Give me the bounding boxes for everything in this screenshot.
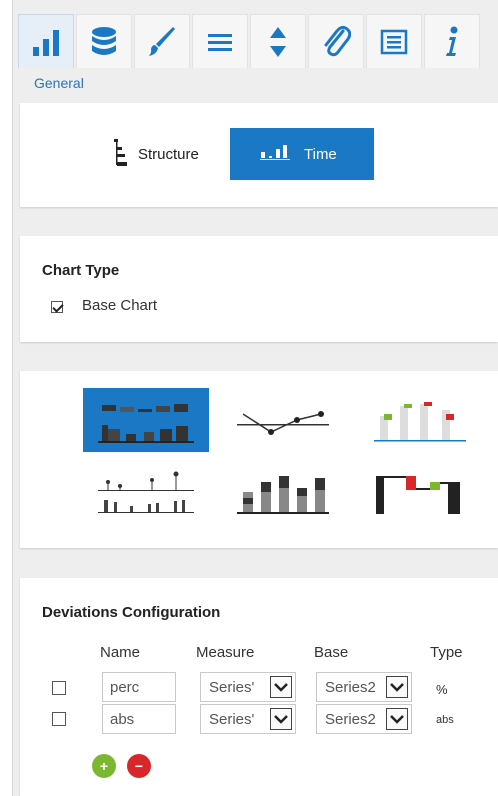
variant-5-icon xyxy=(237,476,329,514)
row-1-measure-value: Series' xyxy=(209,679,255,696)
col-header-base: Base xyxy=(314,644,349,661)
paperclip-icon xyxy=(324,25,351,56)
property-toolbar xyxy=(18,14,498,68)
chevron-down-icon[interactable] xyxy=(270,708,292,730)
chart-variant-4[interactable] xyxy=(83,460,209,524)
brush-icon xyxy=(149,26,175,56)
info-icon xyxy=(446,26,458,56)
database-icon xyxy=(92,26,116,55)
time-label: Time xyxy=(304,145,337,163)
menu-icon xyxy=(208,33,232,51)
tab-sort[interactable] xyxy=(250,14,306,68)
base-chart-checkbox[interactable] xyxy=(51,301,63,313)
tab-layout[interactable] xyxy=(192,14,248,68)
row-1-base-select[interactable]: Series2 xyxy=(316,672,412,702)
row-2-base-value: Series2 xyxy=(325,711,376,728)
row-2-checkbox[interactable] xyxy=(52,712,66,726)
row-1-checkbox[interactable] xyxy=(52,681,66,695)
row-1-name-input[interactable]: perc xyxy=(102,672,176,702)
structure-label: Structure xyxy=(138,145,199,163)
base-chart-label: Base Chart xyxy=(82,297,158,314)
sort-icon xyxy=(270,26,286,57)
chart-variant-3[interactable] xyxy=(357,388,483,452)
minus-icon: − xyxy=(134,758,144,774)
chart-type-panel: Chart Type Base Chart xyxy=(20,236,498,342)
tab-list[interactable] xyxy=(366,14,422,68)
row-1-base-value: Series2 xyxy=(325,679,376,696)
variant-3-icon xyxy=(374,402,466,442)
add-row-button[interactable]: + xyxy=(92,754,116,778)
row-1-type: % xyxy=(436,682,448,697)
chevron-down-icon[interactable] xyxy=(386,676,408,698)
variant-1-icon xyxy=(98,404,194,443)
structure-button[interactable]: Structure xyxy=(84,128,230,180)
mode-switch: Structure Time xyxy=(84,128,374,180)
tab-style[interactable] xyxy=(134,14,190,68)
chart-variant-6[interactable] xyxy=(357,460,483,524)
row-2-measure-value: Series' xyxy=(209,711,255,728)
col-header-name: Name xyxy=(100,644,141,661)
col-header-type: Type xyxy=(430,644,463,661)
variant-4-icon xyxy=(98,471,194,513)
chart-variant-1[interactable] xyxy=(83,388,209,452)
structure-icon xyxy=(114,139,127,166)
mode-panel: Structure Time xyxy=(20,103,498,207)
row-2-base-select[interactable]: Series2 xyxy=(316,704,412,734)
row-2-name-input[interactable]: abs xyxy=(102,704,176,734)
deviations-title: Deviations Configuration xyxy=(42,604,221,621)
row-2-type: abs xyxy=(436,714,454,726)
remove-row-button[interactable]: − xyxy=(127,754,151,778)
chevron-down-icon[interactable] xyxy=(386,708,408,730)
tab-chart[interactable] xyxy=(18,14,74,68)
variant-6-icon xyxy=(376,476,460,514)
time-button[interactable]: Time xyxy=(230,128,374,180)
col-header-measure: Measure xyxy=(196,644,255,661)
variant-2-icon xyxy=(237,411,329,435)
row-1-measure-select[interactable]: Series' xyxy=(200,672,296,702)
section-label: General xyxy=(34,75,84,91)
tab-attachments[interactable] xyxy=(308,14,364,68)
tab-data[interactable] xyxy=(76,14,132,68)
chevron-down-icon[interactable] xyxy=(270,676,292,698)
chart-type-title: Chart Type xyxy=(42,262,120,279)
row-2-measure-select[interactable]: Series' xyxy=(200,704,296,734)
chart-variants-panel xyxy=(20,371,498,548)
chart-variant-2[interactable] xyxy=(220,388,346,452)
bar-chart-icon xyxy=(33,29,59,56)
chart-variant-5[interactable] xyxy=(220,460,346,524)
plus-icon: + xyxy=(99,758,109,774)
tab-info[interactable] xyxy=(424,14,480,68)
list-icon xyxy=(380,29,408,54)
time-icon xyxy=(260,145,290,160)
deviations-panel: Deviations Configuration Name Measure Ba… xyxy=(20,578,498,796)
